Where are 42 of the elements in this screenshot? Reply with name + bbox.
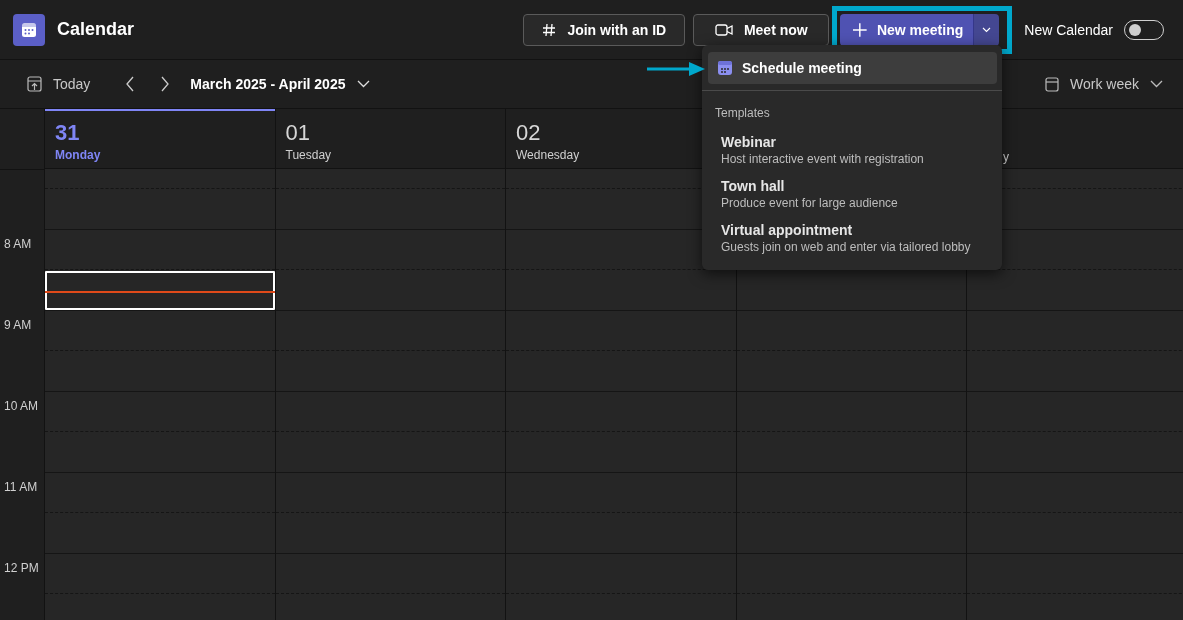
hour-label: 10 AM — [4, 399, 39, 413]
hour-label: 12 PM — [4, 561, 39, 575]
today-button[interactable]: Today — [27, 76, 91, 92]
day-header[interactable]: 31 Monday — [55, 120, 101, 162]
selected-time-slot[interactable] — [45, 271, 275, 310]
day-number: 01 — [285, 120, 311, 146]
date-range-picker[interactable]: March 2025 - April 2025 — [190, 76, 371, 92]
hour-label: 9 AM — [4, 318, 32, 332]
weekday-label: Tuesday — [285, 148, 332, 162]
pointer-arrow — [647, 61, 707, 77]
caret-icon — [1150, 80, 1163, 88]
template-item[interactable]: Town hall Produce event for large audience — [708, 172, 997, 216]
video-camera-icon — [714, 22, 733, 37]
day-header[interactable]: 02 Wednesday — [516, 120, 580, 162]
new-meeting-button[interactable]: New meeting — [840, 13, 975, 46]
calendar-view-icon — [1045, 76, 1059, 92]
toggle-label: New Calendar — [1024, 21, 1113, 38]
section-heading: Templates — [714, 105, 771, 122]
caret-icon — [357, 80, 371, 88]
calendar-icon — [13, 13, 45, 46]
day-number: 31 — [55, 120, 81, 146]
caret-icon — [982, 26, 992, 33]
day-header[interactable]: 01 Tuesday — [285, 120, 332, 162]
weekday-label: Wednesday — [516, 148, 580, 162]
template-item[interactable]: Webinar Host interactive event with registration — [708, 128, 997, 172]
hash-icon — [542, 22, 557, 37]
calendar-icon — [718, 61, 732, 75]
day-number: 02 — [516, 120, 542, 146]
join-button[interactable]: Join with an ID — [523, 13, 686, 46]
app-title: Calendar — [57, 19, 135, 40]
meet-now-button[interactable]: Meet now — [693, 13, 830, 46]
hour-label: 11 AM — [4, 480, 38, 494]
hour-label: 8 AM — [4, 237, 32, 251]
plus-icon — [852, 21, 868, 38]
next-icon[interactable] — [160, 76, 171, 92]
dropdown-button[interactable] — [974, 13, 1000, 46]
previous-icon[interactable] — [125, 76, 136, 92]
schedule-meeting-item[interactable]: Schedule meeting — [708, 52, 997, 84]
weekday-label: Monday — [55, 148, 101, 162]
weekday-label: y — [1003, 150, 1009, 164]
template-item[interactable]: Virtual appointment Guests join on web and enter via tailored lobby — [708, 216, 997, 260]
view-picker[interactable]: Work week — [1045, 76, 1163, 92]
